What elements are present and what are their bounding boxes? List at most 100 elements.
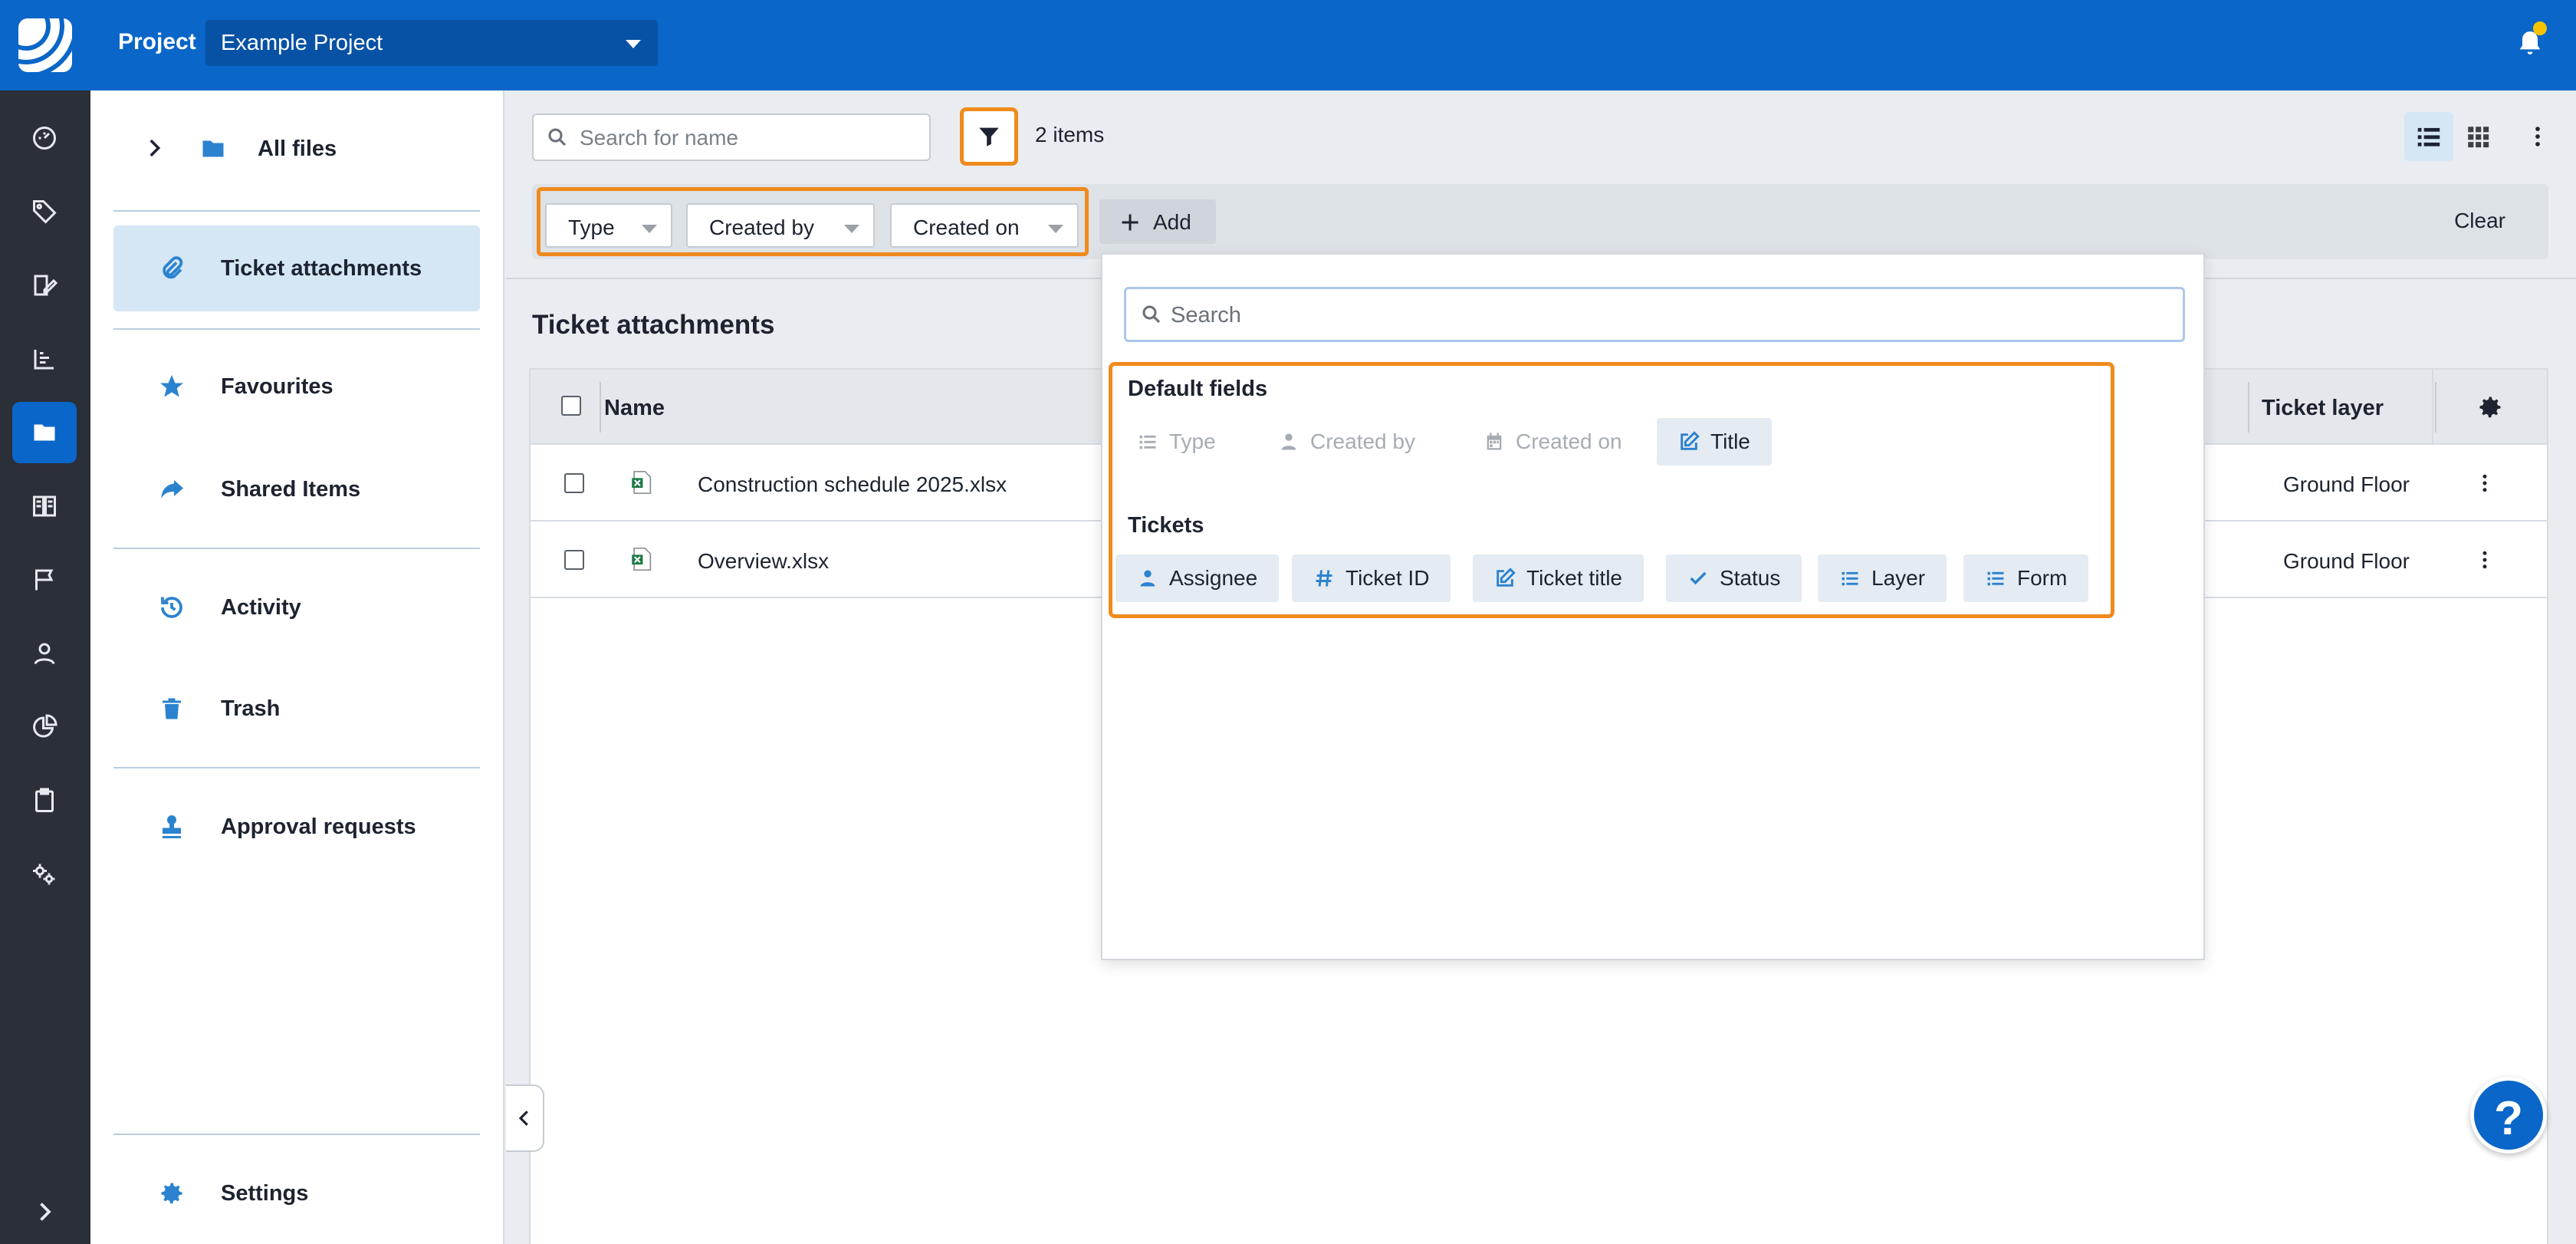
clear-filters-button[interactable]: Clear [2454, 209, 2505, 233]
rail-user-icon[interactable] [12, 623, 77, 684]
field-chip-type: Type [1116, 418, 1237, 466]
field-chip-label: Ticket ID [1346, 566, 1430, 590]
project-select-value: Example Project [221, 31, 383, 55]
filter-chip-label: Created on [913, 216, 1020, 239]
row-actions-button[interactable] [2473, 468, 2496, 499]
rail-pie-chart-icon[interactable] [12, 696, 77, 758]
sidebar-item-label: Activity [221, 594, 301, 620]
rail-tag-icon[interactable] [12, 181, 77, 242]
column-settings-button[interactable] [2432, 370, 2547, 445]
filter-chip-created-by[interactable]: Created by [686, 203, 875, 248]
grid-view-button[interactable] [2456, 112, 2499, 161]
field-chip-label: Form [2017, 566, 2068, 590]
chevron-left-icon [518, 1111, 528, 1126]
active-filters-highlight: Type Created by Created on [537, 187, 1089, 256]
plus-icon [1122, 214, 1138, 231]
filter-icon [979, 127, 999, 146]
sidebar-item-label: Approval requests [221, 814, 416, 839]
sidebar-item-favourites[interactable]: Favourites [113, 344, 480, 429]
ticket-layer-value: Ground Floor [2283, 472, 2410, 496]
notification-dot [2533, 21, 2547, 35]
column-header-name[interactable]: Name [604, 396, 665, 421]
add-filter-button[interactable]: Add [1099, 199, 1216, 244]
field-chip-label: Status [1720, 566, 1781, 590]
kebab-menu-icon [2482, 474, 2487, 492]
sidebar-item-all-files[interactable]: All files [113, 106, 480, 192]
project-select[interactable]: Example Project [205, 20, 658, 66]
trash-icon [149, 695, 195, 722]
sidebar-item-activity[interactable]: Activity [113, 564, 480, 650]
caret-down-icon [844, 225, 859, 233]
row-checkbox[interactable] [564, 550, 584, 570]
rail-folder-icon[interactable] [12, 402, 77, 463]
add-filter-panel: Search Default fields Type Created by Cr… [1101, 253, 2205, 960]
list-view-icon [2417, 127, 2440, 146]
field-chip-ticket-id[interactable]: Ticket ID [1292, 555, 1451, 602]
person-icon [1140, 570, 1155, 587]
field-chip-label: Type [1169, 429, 1216, 453]
more-options-button[interactable] [2522, 112, 2553, 161]
field-chip-ticket-title[interactable]: Ticket title [1473, 555, 1644, 602]
panel-search-input[interactable]: Search [1124, 287, 2185, 342]
field-chip-label: Created by [1310, 429, 1415, 453]
filter-chip-type[interactable]: Type [545, 203, 672, 248]
app-logo[interactable] [0, 0, 90, 91]
top-bar: Project Example Project [90, 0, 2576, 91]
rail-flag-icon[interactable] [12, 549, 77, 610]
sidebar-item-approval-requests[interactable]: Approval requests [113, 784, 480, 870]
help-button[interactable]: ? [2470, 1077, 2547, 1153]
add-filter-label: Add [1153, 210, 1191, 234]
rail-settings-cogs-icon[interactable] [12, 844, 77, 905]
sidebar-item-shared-items[interactable]: Shared Items [113, 446, 480, 532]
field-chip-label: Created on [1516, 429, 1622, 453]
list-icon [1842, 571, 1858, 586]
filter-bar: Type Created by Created on Add Clear [532, 184, 2548, 259]
rail-clipboard-icon[interactable] [12, 770, 77, 831]
hash-icon [1316, 570, 1332, 587]
field-chip-label: Layer [1871, 566, 1926, 590]
field-chip-form[interactable]: Form [1963, 555, 2089, 602]
group-title-default-fields: Default fields [1128, 377, 1268, 401]
search-icon [548, 128, 567, 146]
sidebar-divider [113, 210, 480, 212]
filter-button[interactable] [960, 107, 1018, 166]
panel-search-placeholder: Search [1171, 303, 1241, 327]
sidebar-item-label: Favourites [221, 374, 334, 399]
select-all-checkbox[interactable] [561, 396, 581, 416]
logo-mark [18, 18, 72, 72]
search-icon [1142, 305, 1161, 324]
sidebar-divider [113, 548, 480, 549]
field-chip-label: Assignee [1169, 566, 1258, 590]
rail-book-icon[interactable] [12, 476, 77, 537]
field-chip-assignee[interactable]: Assignee [1116, 555, 1280, 602]
chevron-right-icon[interactable] [141, 135, 167, 161]
sidebar-item-trash[interactable]: Trash [113, 666, 480, 752]
column-separator [600, 382, 601, 433]
sidebar-item-settings[interactable]: Settings [113, 1150, 480, 1236]
list-view-button[interactable] [2404, 112, 2453, 161]
column-header-ticket-layer[interactable]: Ticket layer [2262, 396, 2384, 421]
search-input[interactable]: Search for name [532, 114, 931, 161]
icon-rail [0, 0, 90, 1244]
expand-chevron-icon[interactable] [12, 1189, 77, 1235]
rail-chart-icon[interactable] [12, 328, 77, 390]
field-chip-title[interactable]: Title [1657, 418, 1772, 466]
sidebar: All files Ticket attachments Favourites … [90, 91, 504, 1244]
rail-plan-edit-icon[interactable] [12, 255, 77, 316]
sidebar-item-ticket-attachments[interactable]: Ticket attachments [113, 225, 480, 311]
rail-dashboard-icon[interactable] [12, 107, 77, 169]
stamp-icon [149, 813, 195, 841]
field-chip-status[interactable]: Status [1666, 555, 1802, 602]
row-checkbox[interactable] [564, 473, 584, 493]
row-actions-button[interactable] [2473, 545, 2496, 575]
filter-chip-label: Created by [709, 216, 814, 239]
person-icon [1281, 433, 1296, 450]
check-icon [1690, 571, 1707, 585]
field-chip-layer[interactable]: Layer [1818, 555, 1947, 602]
file-name[interactable]: Construction schedule 2025.xlsx [698, 472, 1007, 497]
filter-chip-created-on[interactable]: Created on [890, 203, 1079, 248]
collapse-sidebar-button[interactable] [506, 1084, 544, 1152]
file-name[interactable]: Overview.xlsx [698, 549, 829, 574]
filter-fields-highlight: Default fields Type Created by Created o… [1109, 362, 2114, 618]
group-title-tickets: Tickets [1128, 513, 1204, 538]
